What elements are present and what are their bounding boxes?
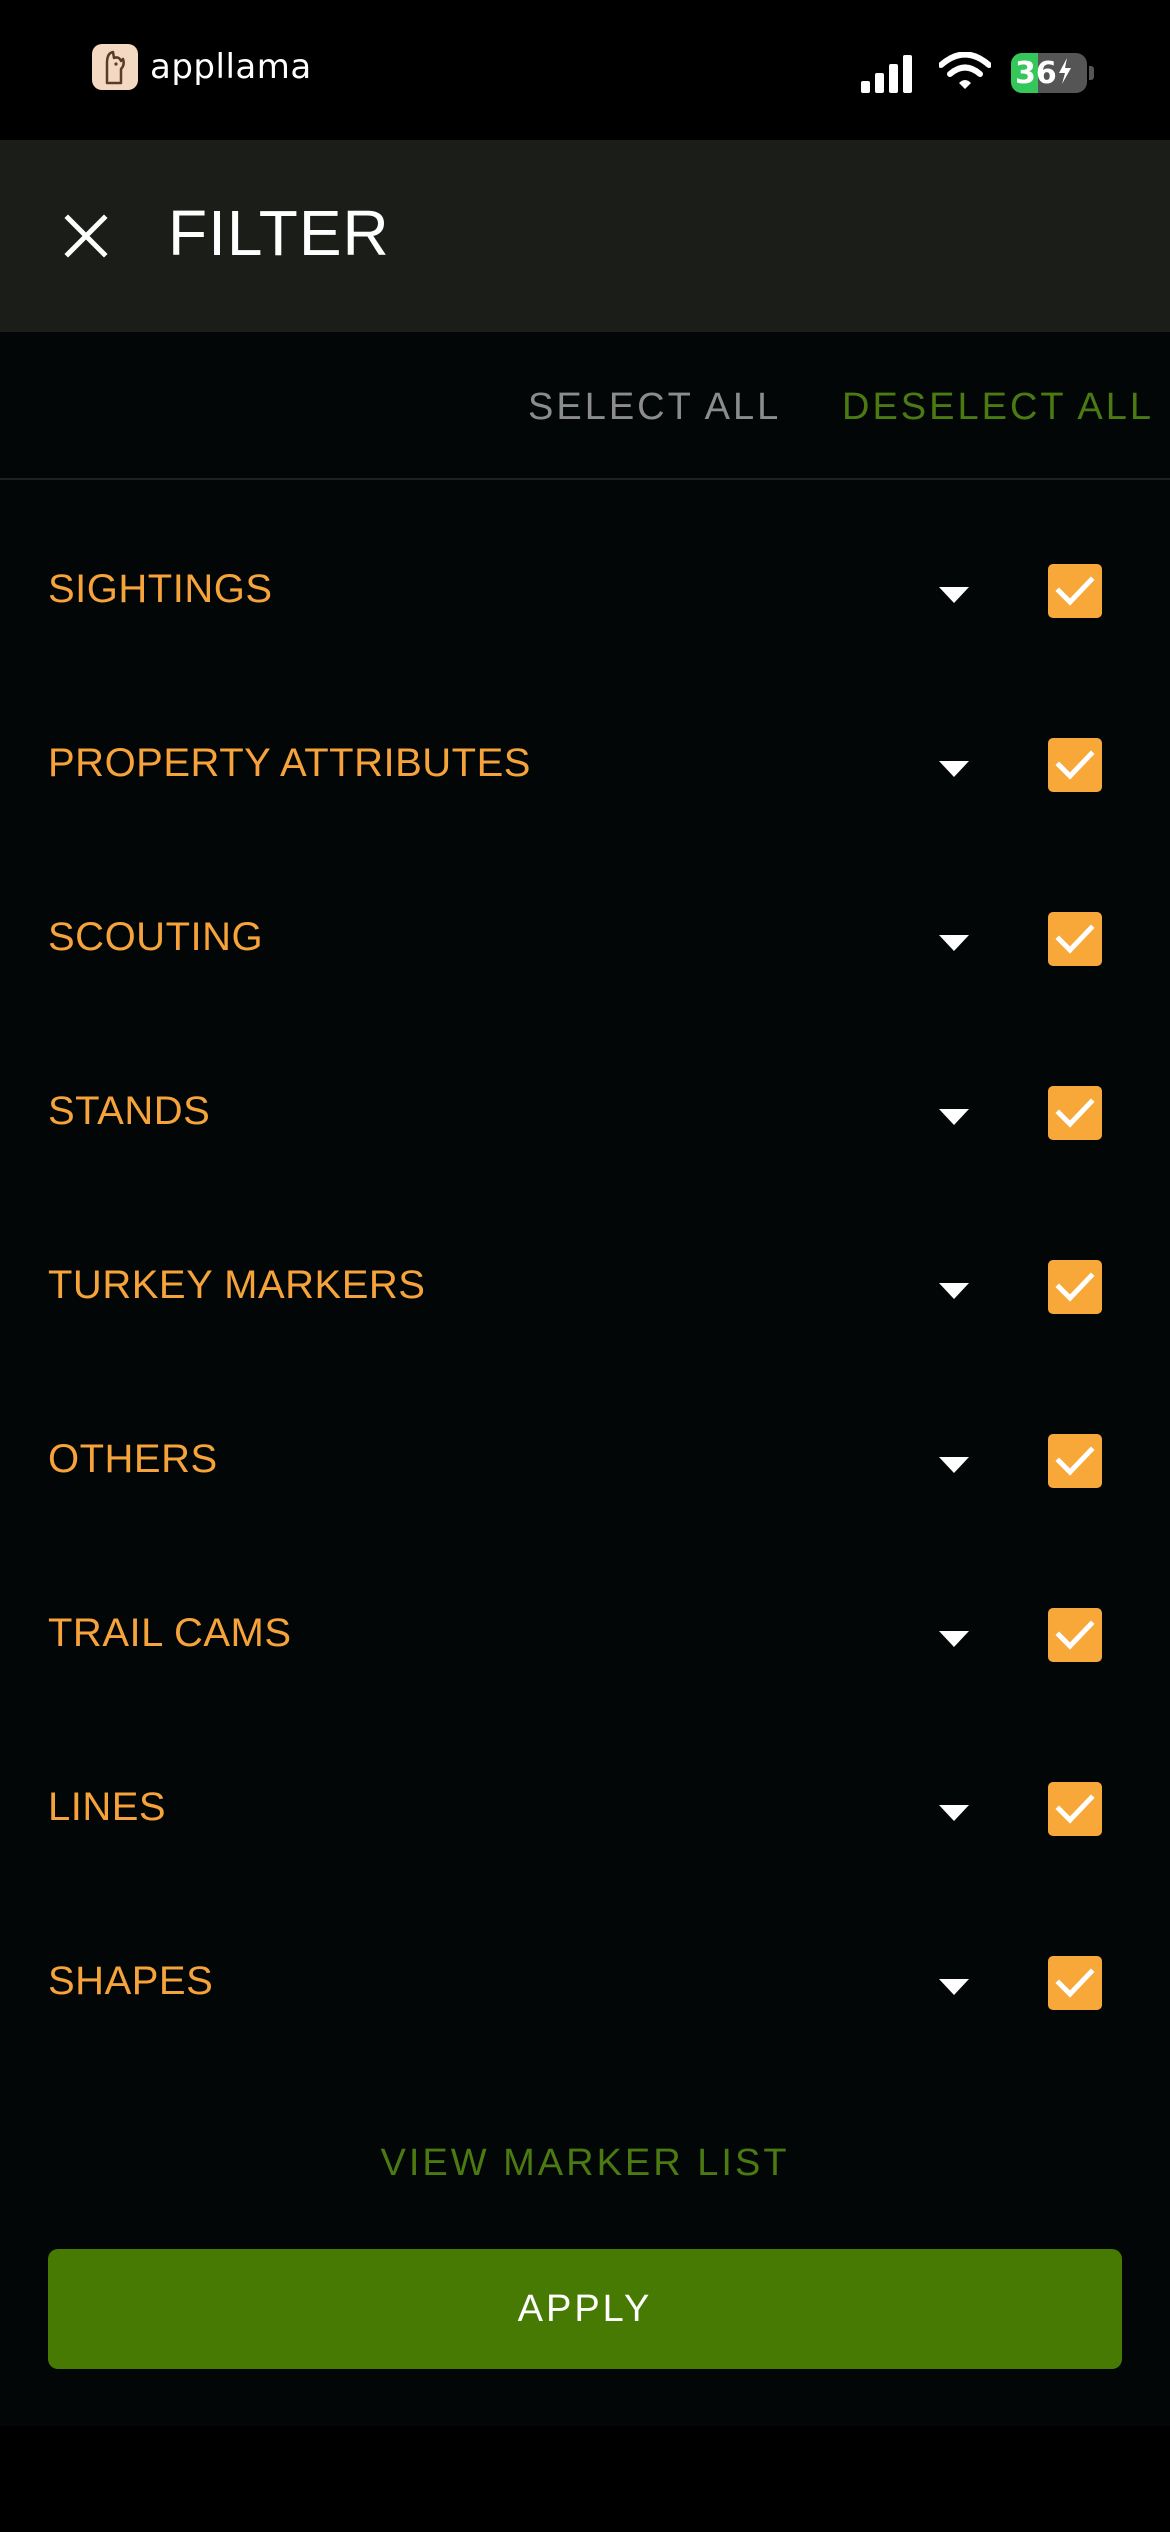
battery-level: 36	[1015, 55, 1057, 91]
category-label: SIGHTINGS	[48, 567, 273, 611]
checkmark-icon	[1055, 750, 1095, 780]
checkmark-icon	[1055, 1446, 1095, 1476]
chevron-down-icon[interactable]	[938, 934, 970, 952]
deselect-all-button[interactable]: DESELECT ALL	[842, 386, 1154, 429]
checkbox-trail-cams[interactable]	[1048, 1608, 1102, 1662]
bottom-bar	[0, 2426, 1170, 2532]
filter-panel: SELECT ALL DESELECT ALL SIGHTINGS PROPER…	[0, 332, 1170, 2426]
close-button[interactable]	[52, 202, 120, 270]
category-list: SIGHTINGS PROPERTY ATTRIBUTES SCOUTING S…	[0, 512, 1170, 2078]
chevron-down-icon[interactable]	[938, 1282, 970, 1300]
battery-cap	[1089, 66, 1094, 80]
checkbox-property-attributes[interactable]	[1048, 738, 1102, 792]
brand-name: appllama	[150, 47, 312, 87]
checkmark-icon	[1055, 924, 1095, 954]
chevron-down-icon[interactable]	[938, 1108, 970, 1126]
page-title: FILTER	[168, 197, 390, 269]
category-label: PROPERTY ATTRIBUTES	[48, 741, 531, 785]
chevron-down-icon[interactable]	[938, 586, 970, 604]
checkbox-shapes[interactable]	[1048, 1956, 1102, 2010]
category-row-scouting: SCOUTING	[0, 860, 1170, 1034]
checkbox-turkey-markers[interactable]	[1048, 1260, 1102, 1314]
status-icons: 36	[861, 51, 1094, 94]
status-bar: appllama 36	[0, 0, 1170, 140]
bulk-actions: SELECT ALL DESELECT ALL	[0, 332, 1170, 480]
category-label: STANDS	[48, 1089, 211, 1133]
category-label: SCOUTING	[48, 915, 264, 959]
checkbox-others[interactable]	[1048, 1434, 1102, 1488]
category-row-others: OTHERS	[0, 1382, 1170, 1556]
filter-header: FILTER	[0, 140, 1170, 332]
category-row-trail-cams: TRAIL CAMS	[0, 1556, 1170, 1730]
category-label: LINES	[48, 1785, 167, 1829]
chevron-down-icon[interactable]	[938, 1804, 970, 1822]
checkbox-scouting[interactable]	[1048, 912, 1102, 966]
category-label: TRAIL CAMS	[48, 1611, 292, 1655]
category-row-stands: STANDS	[0, 1034, 1170, 1208]
category-row-sightings: SIGHTINGS	[0, 512, 1170, 686]
category-row-turkey-markers: TURKEY MARKERS	[0, 1208, 1170, 1382]
category-label: SHAPES	[48, 1959, 214, 2003]
battery-charging-icon: 36	[1011, 53, 1087, 93]
close-icon	[64, 214, 108, 258]
brand: appllama	[92, 44, 312, 90]
apply-button[interactable]: APPLY	[48, 2249, 1122, 2369]
checkmark-icon	[1055, 576, 1095, 606]
view-marker-list-link[interactable]: VIEW MARKER LIST	[0, 2142, 1170, 2185]
chevron-down-icon[interactable]	[938, 1456, 970, 1474]
checkbox-sightings[interactable]	[1048, 564, 1102, 618]
checkmark-icon	[1055, 1794, 1095, 1824]
checkmark-icon	[1055, 1968, 1095, 1998]
checkmark-icon	[1055, 1620, 1095, 1650]
chevron-down-icon[interactable]	[938, 1630, 970, 1648]
category-row-shapes: SHAPES	[0, 1904, 1170, 2078]
category-label: TURKEY MARKERS	[48, 1263, 426, 1307]
checkbox-stands[interactable]	[1048, 1086, 1102, 1140]
bolt-icon	[1058, 58, 1072, 88]
wifi-icon	[938, 51, 992, 94]
checkmark-icon	[1055, 1098, 1095, 1128]
select-all-button[interactable]: SELECT ALL	[528, 386, 781, 429]
chevron-down-icon[interactable]	[938, 1978, 970, 1996]
category-row-lines: LINES	[0, 1730, 1170, 1904]
category-row-property-attributes: PROPERTY ATTRIBUTES	[0, 686, 1170, 860]
category-label: OTHERS	[48, 1437, 218, 1481]
chevron-down-icon[interactable]	[938, 760, 970, 778]
checkmark-icon	[1055, 1272, 1095, 1302]
appllama-logo-icon	[92, 44, 138, 90]
checkbox-lines[interactable]	[1048, 1782, 1102, 1836]
cellular-signal-icon	[861, 53, 917, 93]
